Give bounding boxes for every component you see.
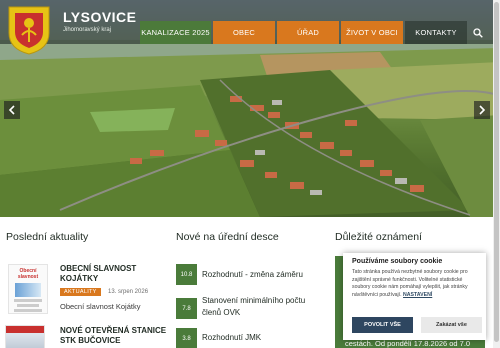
nav-item-zivot-v-obci[interactable]: ŽIVOT V OBCI — [341, 21, 403, 44]
board-date-badge: 7.8 — [176, 298, 197, 319]
board-item-title[interactable]: Rozhodnutí - změna záměru — [202, 269, 303, 280]
news-section: Poslední aktuality Obecní slavnost OBECN… — [0, 217, 170, 348]
poster-line — [14, 299, 42, 302]
news-date: 13. srpen 2026 — [108, 289, 149, 295]
page: LYSOVICE Jihomoravský kraj KANALIZACE 20… — [0, 0, 500, 348]
board-date-badge: 3.8 — [176, 328, 197, 348]
cookie-text: Tato stránka používá nezbytné soubory co… — [352, 269, 482, 299]
board-date-badge: 10.8 — [176, 264, 197, 285]
news-thumbnail-poster[interactable]: Obecní slavnost — [8, 264, 48, 314]
site-region: Jihomoravský kraj — [63, 27, 112, 33]
main-nav: KANALIZACE 2025 OBEC ÚŘAD ŽIVOT V OBCI K… — [140, 21, 467, 44]
slider-next-button[interactable] — [474, 101, 490, 119]
news-title-line[interactable]: OBECNÍ SLAVNOST — [60, 264, 136, 274]
poster-image — [15, 283, 41, 297]
board-item-title[interactable]: Rozhodnutí JMK — [202, 332, 261, 343]
important-heading: Důležité oznámení — [335, 231, 422, 243]
hero-banner: LYSOVICE Jihomoravský kraj KANALIZACE 20… — [0, 0, 500, 217]
chevron-left-icon — [8, 105, 15, 115]
official-board-section: Nové na úřední desce 10.8 Rozhodnutí - z… — [170, 217, 335, 348]
news-heading: Poslední aktuality — [6, 231, 89, 243]
scrollbar-thumb[interactable] — [494, 2, 499, 342]
board-heading: Nové na úřední desce — [176, 231, 279, 243]
stk-sign — [6, 326, 44, 333]
category-badge[interactable]: AKTUALITY — [60, 288, 101, 296]
board-item-title[interactable]: Stanovení minimálního počtu — [202, 295, 305, 306]
news-subtitle[interactable]: Obecní slavnost Kojátky — [60, 302, 140, 311]
cookie-settings-link[interactable]: NASTAVENÍ — [403, 292, 432, 298]
reject-all-button[interactable]: Zakázat vše — [421, 317, 482, 333]
important-notice-text: cestách. Od pondělí 17.8.2026 od 7.0 — [345, 339, 471, 348]
chevron-right-icon — [479, 105, 486, 115]
nav-item-kontakty[interactable]: KONTAKTY — [405, 21, 467, 44]
poster-title: Obecní slavnost — [17, 268, 39, 280]
nav-item-urad[interactable]: ÚŘAD — [277, 21, 339, 44]
nav-item-obec[interactable]: OBEC — [213, 21, 275, 44]
search-icon[interactable] — [473, 28, 483, 38]
slider-prev-button[interactable] — [4, 101, 20, 119]
news-thumbnail-stk[interactable] — [5, 325, 45, 348]
accept-all-button[interactable]: POVOLIT VŠE — [352, 317, 413, 333]
coat-of-arms-logo[interactable] — [7, 5, 51, 55]
nav-item-kanalizace[interactable]: KANALIZACE 2025 — [140, 21, 211, 44]
board-item-title[interactable]: členů OVK — [202, 307, 240, 318]
cookie-title: Používáme soubory cookie — [352, 258, 443, 265]
site-name[interactable]: LYSOVICE — [63, 9, 137, 25]
news-title-line[interactable]: STK BUČOVICE — [60, 336, 120, 346]
poster-line — [17, 304, 39, 307]
news-title-line[interactable]: NOVÉ OTEVŘENÁ STANICE — [60, 326, 166, 336]
news-title-line[interactable]: KOJÁTKY — [60, 274, 98, 284]
cookie-consent-dialog: Používáme soubory cookie Tato stránka po… — [343, 253, 486, 340]
stk-building — [6, 333, 44, 348]
poster-line — [14, 309, 42, 312]
